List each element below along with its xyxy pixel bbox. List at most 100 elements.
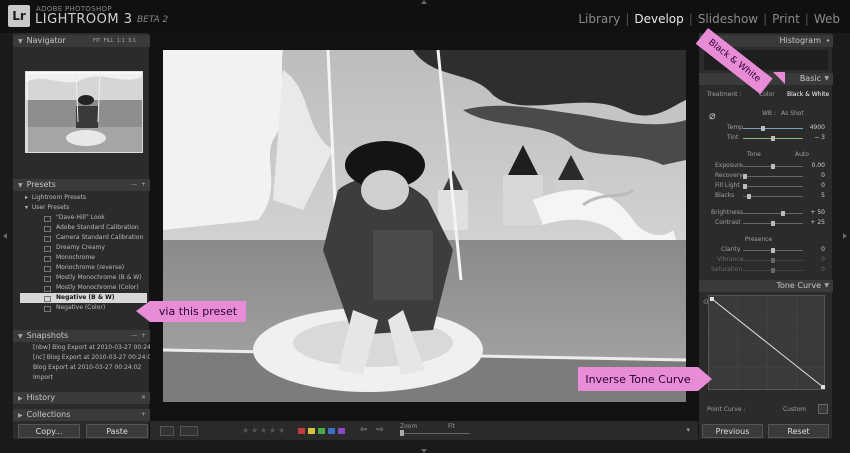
reset-button[interactable]: Reset [768, 424, 829, 438]
tone-auto-button[interactable]: Auto [795, 151, 809, 158]
blacks-slider-knob[interactable] [747, 194, 751, 199]
wb-value[interactable]: As Shot [781, 110, 804, 117]
preset-item[interactable]: Camera Standard Calibration [20, 233, 147, 243]
previous-photo-icon[interactable]: ⇦ [360, 425, 368, 435]
point-curve-value[interactable]: Custom [783, 406, 806, 413]
rating-star-icon[interactable]: ★ [269, 426, 276, 435]
presets-header[interactable]: ▼ Presets — + [13, 179, 150, 191]
before-after-view-icon[interactable] [180, 426, 198, 436]
snapshot-item[interactable]: [nc] Blog Export at 2010-03-27 00:24:04 [33, 353, 155, 363]
exposure-slider-knob[interactable] [771, 164, 775, 169]
preset-item[interactable]: Monochrome (reverse) [20, 263, 147, 273]
bottom-toolbar: ★ ★ ★ ★ ★ ⇦ ⇨ Zoom Fit ▾ [150, 420, 698, 440]
treatment-bw-option[interactable]: Black & White [787, 91, 829, 98]
module-picker: Library | Develop | Slideshow | Print | … [578, 12, 840, 26]
rating-star-icon[interactable]: ★ [278, 426, 285, 435]
preset-item[interactable]: Dreamy Creamy [20, 243, 147, 253]
presets-add-remove-icon[interactable]: — + [131, 179, 146, 191]
zoom-slider-knob[interactable] [400, 430, 404, 436]
next-photo-icon[interactable]: ⇨ [376, 425, 384, 435]
module-slideshow[interactable]: Slideshow [698, 12, 758, 26]
paste-settings-button[interactable]: Paste [86, 424, 148, 438]
color-label-purple[interactable] [338, 428, 345, 434]
temp-slider[interactable] [743, 128, 803, 129]
collections-add-icon[interactable]: + [141, 409, 146, 421]
brightness-slider[interactable] [743, 213, 803, 214]
main-photo[interactable] [163, 50, 686, 402]
preset-folder-user[interactable]: ▾ User Presets [20, 203, 147, 213]
history-header[interactable]: ▶ History ✕ [13, 392, 150, 404]
right-panel-toggle-icon[interactable] [843, 233, 847, 239]
preset-item[interactable]: Negative (Color) [20, 303, 147, 313]
target-adjust-icon[interactable]: ⊙ [703, 298, 709, 306]
blacks-slider[interactable] [743, 196, 803, 197]
tint-value[interactable]: − 3 [803, 134, 825, 141]
module-library[interactable]: Library [578, 12, 620, 26]
left-panel-toggle-icon[interactable] [3, 233, 7, 239]
snapshot-item[interactable]: Blog Export at 2010-03-27 00:24:02 [33, 363, 153, 373]
module-develop[interactable]: Develop [634, 12, 683, 26]
preset-item[interactable]: "Dave-Hill" Look [20, 213, 147, 223]
module-web[interactable]: Web [814, 12, 840, 26]
toolbar-menu-chevron-icon[interactable]: ▾ [686, 426, 690, 434]
tone-curve-header[interactable]: Tone Curve ▼ [699, 280, 833, 292]
callout-inverse-curve: Inverse Tone Curve [578, 367, 698, 391]
contrast-slider-knob[interactable] [771, 221, 775, 226]
fill-light-slider-knob[interactable] [743, 184, 747, 189]
color-label-red[interactable] [298, 428, 305, 434]
preset-folder-lightroom[interactable]: ▸ Lightroom Presets [20, 193, 147, 203]
fill-light-slider[interactable] [743, 186, 803, 187]
clarity-value[interactable]: 0 [803, 246, 825, 253]
zoom-fill-option[interactable]: FILL [104, 38, 114, 44]
inverse-tone-curve-line [709, 296, 826, 391]
tint-slider-knob[interactable] [771, 136, 775, 141]
preset-item[interactable]: Mostly Monochrome (Color) [20, 283, 147, 293]
saturation-label: Saturation [711, 266, 743, 273]
collections-header[interactable]: ▶ Collections + [13, 409, 150, 421]
color-label-yellow[interactable] [308, 428, 315, 434]
zoom-1to1-option[interactable]: 1:1 [117, 38, 125, 44]
loupe-view-icon[interactable] [160, 426, 174, 436]
curve-edit-icon[interactable] [818, 404, 828, 414]
recovery-slider-knob[interactable] [743, 174, 747, 179]
brightness-slider-knob[interactable] [781, 211, 785, 216]
zoom-3to1-option[interactable]: 3:1 [128, 38, 136, 44]
zoom-fit-option[interactable]: FIT [93, 38, 100, 44]
module-print[interactable]: Print [772, 12, 800, 26]
vibrance-slider-knob [771, 258, 775, 263]
fill-light-value[interactable]: 0 [803, 182, 825, 189]
eyedropper-icon[interactable]: ⌀ [709, 109, 716, 122]
collections-title: Collections [26, 410, 71, 419]
recovery-slider[interactable] [743, 176, 803, 177]
snapshots-header[interactable]: ▼ Snapshots — + [13, 330, 150, 342]
clarity-slider-knob[interactable] [771, 248, 775, 253]
rating-star-icon[interactable]: ★ [242, 426, 249, 435]
brightness-value[interactable]: + 50 [803, 209, 825, 216]
history-clear-icon[interactable]: ✕ [141, 392, 146, 404]
bottom-panel-toggle-icon[interactable] [421, 449, 427, 453]
rating-star-icon[interactable]: ★ [260, 426, 267, 435]
navigator-header[interactable]: ▼ Navigator FIT FILL 1:1 3:1 [13, 35, 150, 47]
snapshots-add-remove-icon[interactable]: — + [131, 330, 146, 342]
preset-item[interactable]: Mostly Monochrome (B & W) [20, 273, 147, 283]
rating-star-icon[interactable]: ★ [251, 426, 258, 435]
exposure-value[interactable]: 0.00 [803, 162, 825, 169]
tone-curve-graph[interactable] [708, 295, 826, 391]
recovery-value[interactable]: 0 [803, 172, 825, 179]
previous-button[interactable]: Previous [702, 424, 763, 438]
preset-item[interactable]: Monochrome [20, 253, 147, 263]
snapshot-item[interactable]: Import [33, 373, 153, 383]
preset-item[interactable]: Adobe Standard Calibration [20, 223, 147, 233]
contrast-value[interactable]: + 25 [803, 219, 825, 226]
color-label-green[interactable] [318, 428, 325, 434]
blacks-value[interactable]: 5 [803, 192, 825, 199]
navigator-thumbnail[interactable] [25, 71, 143, 153]
temp-slider-knob[interactable] [761, 126, 765, 131]
zoom-slider[interactable] [400, 433, 470, 434]
preset-item-selected[interactable]: Negative (B & W) [20, 293, 147, 303]
copy-settings-button[interactable]: Copy... [18, 424, 80, 438]
top-panel-toggle-icon[interactable] [421, 0, 427, 4]
color-label-blue[interactable] [328, 428, 335, 434]
snapshot-item[interactable]: [nbw] Blog Export at 2010-03-27 00:24:06 [33, 343, 161, 353]
temp-value[interactable]: 4900 [803, 124, 825, 131]
